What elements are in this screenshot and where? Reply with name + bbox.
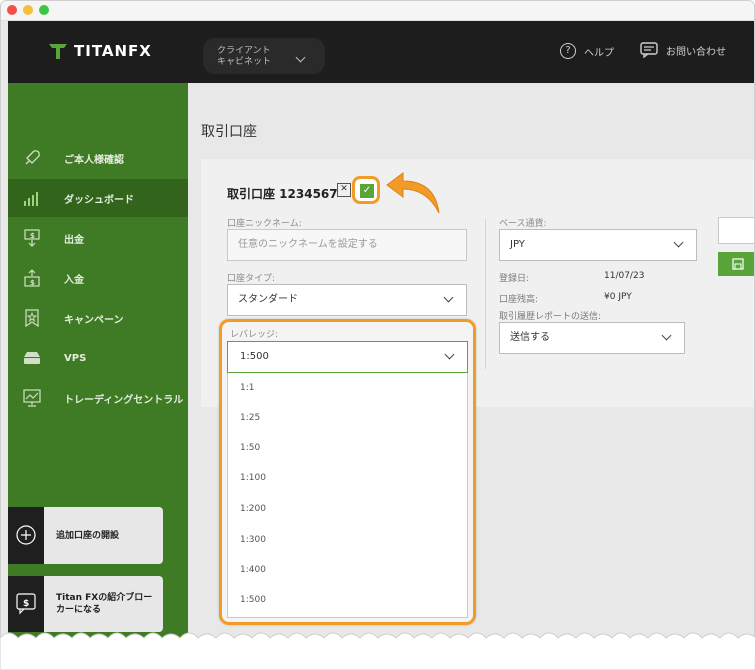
svg-text:$: $ <box>23 599 29 609</box>
registered-value: 11/07/23 <box>604 271 645 281</box>
titan-logo-icon <box>49 44 67 59</box>
open-additional-account-button[interactable]: 追加口座の開設 <box>8 507 163 564</box>
nickname-input[interactable]: 任意のニックネームを設定する <box>227 229 467 261</box>
question-circle-icon: ? <box>560 43 576 59</box>
campaign-icon <box>25 309 39 328</box>
sidebar-item-campaign[interactable]: キャンペーン <box>8 299 188 337</box>
sidebar-item-trading-central[interactable]: トレーディングセントラル <box>8 379 188 417</box>
maximize-window-button[interactable] <box>39 5 49 15</box>
sidebar-item-deposit[interactable]: $ 入金 <box>8 259 188 297</box>
card-icon-box: $ <box>8 576 44 632</box>
sidebar-item-label: ご本人様確認 <box>64 154 124 166</box>
torn-edge-decoration <box>0 632 755 670</box>
sidebar: ご本人様確認 ダッシュボード $ 出金 $ 入金 キャンペーン VPS トレーデ… <box>8 83 188 659</box>
leverage-option[interactable]: 1:25 <box>240 413 260 423</box>
leverage-dropdown-highlight: レバレッジ: 1:500 1:1 1:25 1:50 1:100 1:200 1… <box>219 319 476 625</box>
window-titlebar <box>1 1 754 21</box>
client-cabinet-line2: キャビネット <box>217 57 272 67</box>
arrow-pointer-icon <box>386 172 440 214</box>
base-currency-label: ベース通貨: <box>499 219 547 229</box>
balance-label: 口座残高: <box>499 295 539 305</box>
leverage-select[interactable]: 1:500 <box>227 341 468 373</box>
sidebar-item-withdraw[interactable]: $ 出金 <box>8 219 188 257</box>
chevron-down-icon <box>443 292 454 303</box>
report-value: 送信する <box>510 332 550 343</box>
sidebar-item-label: トレーディングセントラル <box>64 394 184 406</box>
leverage-selected-value: 1:500 <box>240 351 269 362</box>
account-type-value: スタンダード <box>238 294 298 305</box>
card-label-line2: カーになる <box>56 605 102 615</box>
nickname-label: 口座ニックネーム: <box>227 219 302 229</box>
close-window-button[interactable] <box>7 5 17 15</box>
dollar-chat-icon: $ <box>16 593 36 615</box>
leverage-option[interactable]: 1:400 <box>240 565 266 575</box>
svg-text:$: $ <box>30 279 35 287</box>
leverage-option[interactable]: 1:500 <box>240 595 266 605</box>
sidebar-item-label: 入金 <box>64 274 84 286</box>
save-button[interactable] <box>718 252 754 276</box>
client-cabinet-line1: クライアント <box>217 46 271 56</box>
base-currency-value: JPY <box>510 239 525 250</box>
report-label: 取引履歴レポートの送信: <box>499 312 602 322</box>
titanfx-logo[interactable]: TITANFX <box>48 39 152 63</box>
plus-circle-icon <box>16 525 36 545</box>
leverage-options-list: 1:1 1:25 1:50 1:100 1:200 1:300 1:400 1:… <box>227 373 468 618</box>
card-label: Titan FXの紹介ブロー カーになる <box>56 592 152 616</box>
help-link[interactable]: ? ヘルプ <box>560 43 614 59</box>
chevron-down-icon <box>661 330 672 341</box>
leverage-option[interactable]: 1:50 <box>240 443 260 453</box>
sidebar-item-identity[interactable]: ご本人様確認 <box>8 139 188 177</box>
rocket-icon <box>25 150 40 165</box>
chat-icon <box>640 42 658 58</box>
server-icon <box>24 352 40 364</box>
minimize-window-button[interactable] <box>23 5 33 15</box>
leverage-option[interactable]: 1:100 <box>240 473 266 483</box>
save-icon <box>732 258 744 270</box>
sidebar-item-label: 出金 <box>64 234 84 246</box>
contact-label: お問い合わせ <box>666 46 726 58</box>
svg-text:$: $ <box>30 232 35 240</box>
become-introducing-broker-button[interactable]: $ Titan FXの紹介ブロー カーになる <box>8 576 163 632</box>
confirm-checkbox[interactable]: ✓ <box>360 184 374 198</box>
app: TITANFX クライアント キャビネット ? ヘルプ お問い合わせ ご本人様確… <box>8 21 754 659</box>
account-title: 取引口座 1234567 <box>227 187 338 201</box>
leverage-option[interactable]: 1:200 <box>240 504 266 514</box>
help-label: ヘルプ <box>584 47 614 59</box>
column-divider <box>485 219 486 369</box>
account-type-select[interactable]: スタンダード <box>227 284 467 316</box>
contact-link[interactable]: お問い合わせ <box>640 42 726 58</box>
top-header: TITANFX クライアント キャビネット ? ヘルプ お問い合わせ <box>8 21 754 83</box>
side-input[interactable] <box>718 217 754 244</box>
card-label: 追加口座の開設 <box>56 531 120 541</box>
card-icon-box <box>8 507 44 564</box>
leverage-option[interactable]: 1:300 <box>240 535 266 545</box>
bar-chart-icon <box>24 192 38 206</box>
monitor-chart-icon <box>23 389 41 407</box>
chevron-down-icon <box>673 237 684 248</box>
balance-value: ¥0 JPY <box>604 292 632 302</box>
report-select[interactable]: 送信する <box>499 322 685 354</box>
base-currency-select[interactable]: JPY <box>499 229 697 261</box>
withdraw-icon: $ <box>24 229 40 247</box>
cancel-edit-box[interactable]: ✕ <box>337 183 351 197</box>
leverage-label: レバレッジ: <box>230 330 279 340</box>
deposit-icon: $ <box>24 269 40 287</box>
sidebar-item-label: キャンペーン <box>64 314 124 326</box>
sidebar-item-vps[interactable]: VPS <box>8 339 188 377</box>
page-title: 取引口座 <box>201 124 257 140</box>
sidebar-item-label: ダッシュボード <box>64 194 134 206</box>
logo-text: TITANFX <box>74 42 152 60</box>
leverage-option[interactable]: 1:1 <box>240 383 254 393</box>
account-type-label: 口座タイプ: <box>227 274 276 284</box>
card-label-line1: Titan FXの紹介ブロー <box>56 593 153 603</box>
confirm-checkbox-highlight: ✓ <box>352 176 380 204</box>
sidebar-item-dashboard[interactable]: ダッシュボード <box>8 179 188 217</box>
registered-label: 登録日: <box>499 274 530 284</box>
sidebar-item-label: VPS <box>64 352 87 364</box>
client-cabinet-dropdown[interactable]: クライアント キャビネット <box>203 38 325 74</box>
window-frame: TITANFX クライアント キャビネット ? ヘルプ お問い合わせ ご本人様確… <box>0 0 755 660</box>
chevron-down-icon <box>444 349 455 360</box>
